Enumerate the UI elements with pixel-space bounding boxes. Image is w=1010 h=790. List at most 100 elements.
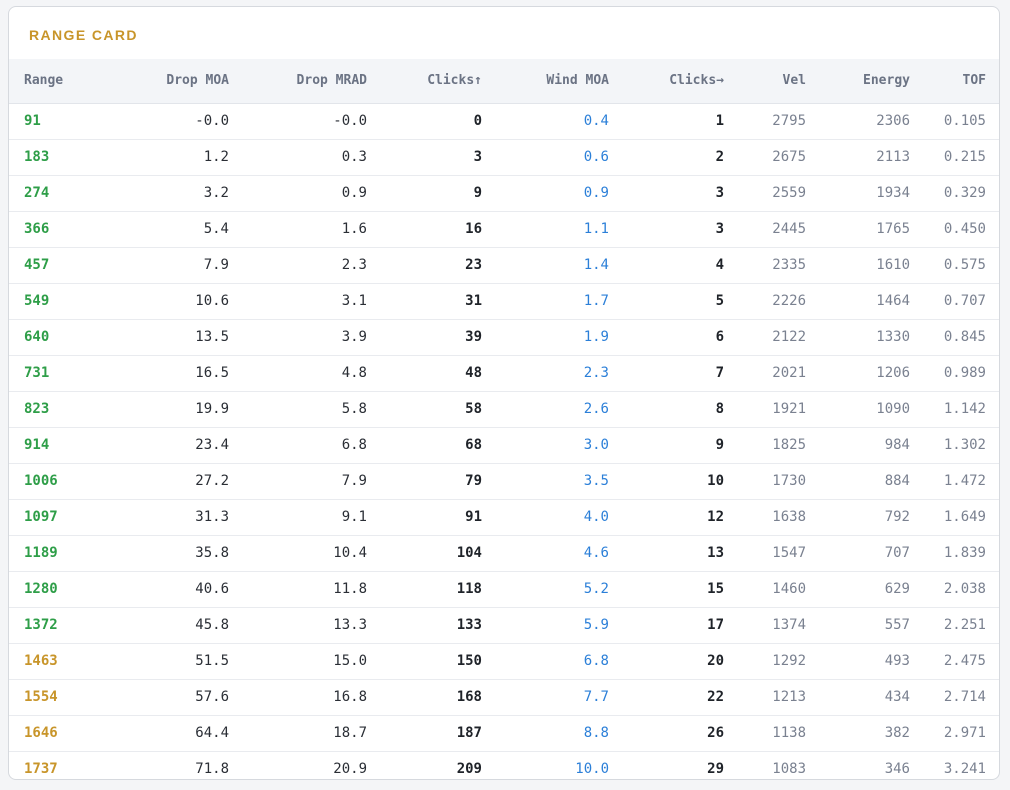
cell-tof: 1.302: [910, 427, 999, 464]
cell-clicks-right: 4: [609, 247, 724, 284]
cell-range: 1097: [9, 499, 99, 536]
table-header: Range Drop MOA Drop MRAD Clicks↑ Wind MO…: [9, 59, 999, 104]
cell-wind-moa: 1.9: [482, 319, 609, 356]
cell-clicks-up: 31: [367, 283, 482, 320]
cell-drop-moa: -0.0: [99, 103, 229, 140]
cell-energy: 707: [806, 535, 910, 572]
table-row: 366 5.4 1.6 16 1.1 3 2445 1765 0.450: [9, 211, 999, 248]
cell-tof: 0.575: [910, 247, 999, 284]
column-header-drop-moa[interactable]: Drop MOA: [99, 59, 229, 104]
cell-vel: 1825: [724, 427, 806, 464]
cell-drop-moa: 23.4: [99, 427, 229, 464]
cell-drop-moa: 13.5: [99, 319, 229, 356]
cell-drop-moa: 45.8: [99, 607, 229, 644]
cell-range: 1554: [9, 679, 99, 716]
cell-range: 183: [9, 139, 99, 176]
cell-drop-mrad: 6.8: [229, 427, 367, 464]
cell-range: 823: [9, 391, 99, 428]
cell-clicks-right: 8: [609, 391, 724, 428]
cell-wind-moa: 5.9: [482, 607, 609, 644]
column-header-clicks-up[interactable]: Clicks↑: [367, 59, 482, 104]
cell-vel: 2021: [724, 355, 806, 392]
cell-clicks-up: 79: [367, 463, 482, 500]
cell-energy: 382: [806, 715, 910, 752]
cell-vel: 2559: [724, 175, 806, 212]
cell-drop-mrad: 2.3: [229, 247, 367, 284]
cell-wind-moa: 1.4: [482, 247, 609, 284]
cell-vel: 1083: [772, 761, 806, 778]
cell-wind-moa: 6.8: [482, 643, 609, 680]
cell-clicks-up: 16: [367, 211, 482, 248]
cell-vel: 1374: [724, 607, 806, 644]
cell-clicks-up: 0: [367, 103, 482, 140]
column-header-vel[interactable]: Vel: [724, 59, 806, 104]
cell-range: 640: [9, 319, 99, 356]
table-row: 640 13.5 3.9 39 1.9 6 2122 1330 0.845: [9, 319, 999, 356]
cell-range: 1737: [24, 761, 58, 778]
cell-drop-mrad: 15.0: [229, 643, 367, 680]
cell-clicks-up: 168: [367, 679, 482, 716]
column-header-energy[interactable]: Energy: [806, 59, 910, 104]
table-row: 91 -0.0 -0.0 0 0.4 1 2795 2306 0.105: [9, 103, 999, 140]
cell-vel: 1460: [724, 571, 806, 608]
column-header-tof[interactable]: TOF: [910, 59, 999, 104]
column-header-drop-mrad[interactable]: Drop MRAD: [229, 59, 367, 104]
cell-wind-moa: 2.6: [482, 391, 609, 428]
table-row: 1189 35.8 10.4 104 4.6 13 1547 707 1.839: [9, 535, 999, 572]
cell-wind-moa: 3.5: [482, 463, 609, 500]
cell-clicks-up: 9: [367, 175, 482, 212]
cell-vel: 1547: [724, 535, 806, 572]
cell-energy: 984: [806, 427, 910, 464]
cell-range: 1372: [9, 607, 99, 644]
cell-range: 1646: [9, 715, 99, 752]
cell-energy: 1765: [806, 211, 910, 248]
cell-energy: 792: [806, 499, 910, 536]
cell-range: 274: [9, 175, 99, 212]
cell-range: 1280: [9, 571, 99, 608]
table-row: 731 16.5 4.8 48 2.3 7 2021 1206 0.989: [9, 355, 999, 392]
cell-tof: 0.105: [910, 103, 999, 140]
cell-wind-moa: 8.8: [482, 715, 609, 752]
cell-energy: 1610: [806, 247, 910, 284]
cell-drop-mrad: 13.3: [229, 607, 367, 644]
cell-clicks-right: 22: [609, 679, 724, 716]
column-header-clicks-right[interactable]: Clicks→: [609, 59, 724, 104]
cell-clicks-right: 6: [609, 319, 724, 356]
cell-clicks-up: 150: [367, 643, 482, 680]
card-title: RANGE CARD: [29, 27, 138, 43]
cell-range: 1189: [9, 535, 99, 572]
cell-drop-moa: 5.4: [99, 211, 229, 248]
cell-range: 731: [9, 355, 99, 392]
cell-clicks-up: 118: [367, 571, 482, 608]
column-header-range[interactable]: Range: [9, 59, 99, 104]
cell-clicks-right: 3: [609, 175, 724, 212]
cell-clicks-up: 23: [367, 247, 482, 284]
table-row: 549 10.6 3.1 31 1.7 5 2226 1464 0.707: [9, 283, 999, 320]
cell-tof: 2.038: [910, 571, 999, 608]
range-card: RANGE CARD Range Drop MOA Drop MRAD Clic…: [8, 6, 1000, 780]
column-header-wind-moa[interactable]: Wind MOA: [482, 59, 609, 104]
cell-drop-moa: 10.6: [99, 283, 229, 320]
cell-drop-mrad: 0.3: [229, 139, 367, 176]
cell-energy: 1934: [806, 175, 910, 212]
cell-range: 457: [9, 247, 99, 284]
table-row: 1097 31.3 9.1 91 4.0 12 1638 792 1.649: [9, 499, 999, 536]
cell-drop-moa: 31.3: [99, 499, 229, 536]
table-row: 1737 71.8 20.9 209 10.0 29 1083 346 3.241: [9, 751, 999, 779]
cell-range: 1463: [9, 643, 99, 680]
cell-drop-moa: 57.6: [99, 679, 229, 716]
cell-range: 1006: [9, 463, 99, 500]
card-header: RANGE CARD: [9, 7, 999, 59]
cell-clicks-up: 58: [367, 391, 482, 428]
table-body: 91 -0.0 -0.0 0 0.4 1 2795 2306 0.105 183 1.2 0.3 3 0.…: [9, 103, 999, 779]
cell-clicks-right: 29: [707, 761, 724, 778]
cell-tof: 2.475: [910, 643, 999, 680]
cell-drop-moa: 16.5: [99, 355, 229, 392]
cell-clicks-right: 13: [609, 535, 724, 572]
cell-clicks-right: 1: [609, 103, 724, 140]
cell-wind-moa: 10.0: [575, 761, 609, 778]
table-row: 1554 57.6 16.8 168 7.7 22 1213 434 2.714: [9, 679, 999, 716]
cell-drop-mrad: 5.8: [229, 391, 367, 428]
cell-wind-moa: 3.0: [482, 427, 609, 464]
cell-drop-mrad: 18.7: [229, 715, 367, 752]
